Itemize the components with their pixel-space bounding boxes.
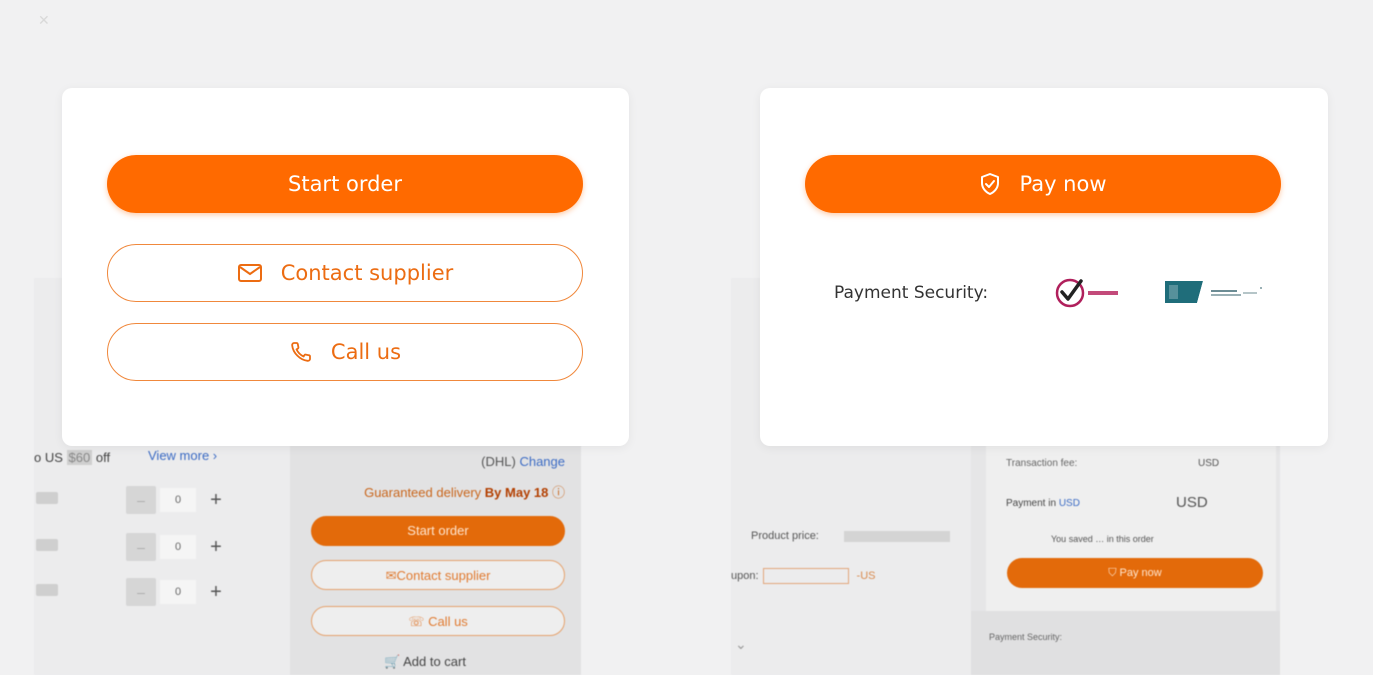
discount-text: o US $60 off	[34, 450, 111, 465]
variant-row: – 0 +	[34, 531, 264, 561]
corner-decoration-icon: ✕	[38, 12, 50, 28]
quantity-input[interactable]: 0	[160, 488, 196, 512]
savings-text: You saved … in this order	[1051, 534, 1154, 544]
contact-supplier-button[interactable]: Contact supplier	[107, 244, 583, 302]
transaction-fee-label: Transaction fee:	[1006, 458, 1078, 469]
payment-currency-label: Payment in USD	[1006, 498, 1080, 509]
pay-now-button[interactable]: ⛉ Pay now	[1007, 558, 1263, 588]
shield-check-icon	[979, 172, 1001, 196]
coupon-select[interactable]	[762, 568, 849, 584]
security-check-logo	[1053, 275, 1131, 316]
decrement-button[interactable]: –	[126, 486, 156, 514]
pci-logo	[1163, 277, 1269, 312]
increment-button[interactable]: +	[204, 486, 228, 514]
start-order-label: Start order	[288, 172, 402, 196]
product-price-label: Product price:	[751, 530, 819, 542]
call-us-button[interactable]: Call us	[107, 323, 583, 381]
increment-button[interactable]: +	[204, 578, 228, 606]
call-us-button[interactable]: ☏ Call us	[311, 606, 565, 636]
decrement-button[interactable]: –	[126, 533, 156, 561]
start-order-button[interactable]: Start order	[311, 516, 565, 546]
transaction-fee-currency: USD	[1198, 458, 1220, 469]
order-actions-card: Start order Contact supplier Call us	[62, 88, 629, 446]
chevron-down-icon[interactable]: ⌄	[735, 636, 747, 653]
pay-now-button[interactable]: Pay now	[805, 155, 1281, 213]
pay-now-label: Pay now	[1019, 172, 1107, 196]
quantity-input[interactable]: 0	[160, 535, 196, 559]
view-more-link[interactable]: View more ›	[148, 448, 217, 463]
payment-card: Pay now Payment Security:	[760, 88, 1328, 446]
contact-supplier-button[interactable]: ✉Contact supplier	[311, 560, 565, 590]
add-to-cart-button[interactable]: 🛒 Add to cart	[384, 654, 466, 670]
variant-row: – 0 +	[34, 576, 264, 606]
increment-button[interactable]: +	[204, 533, 228, 561]
call-us-label: Call us	[330, 340, 402, 364]
envelope-icon	[237, 263, 263, 283]
payment-security-label: Payment Security:	[989, 632, 1063, 642]
guaranteed-delivery: Guaranteed delivery By May 18 ⓘ	[364, 485, 565, 500]
start-order-button[interactable]: Start order	[107, 155, 583, 213]
variant-row: – 0 +	[34, 484, 264, 514]
decrement-button[interactable]: –	[126, 578, 156, 606]
coupon-row: upon: -US	[731, 568, 875, 584]
payment-security-strip	[971, 611, 1280, 675]
payment-total-currency: USD	[1176, 494, 1208, 511]
change-link[interactable]: Change	[519, 454, 565, 469]
contact-supplier-label: Contact supplier	[280, 261, 454, 285]
phone-icon	[289, 340, 313, 364]
payment-security-label: Payment Security:	[834, 283, 989, 303]
shipping-method: (DHL) Change	[481, 454, 565, 469]
product-price-value	[844, 531, 950, 542]
quantity-input[interactable]: 0	[160, 580, 196, 604]
